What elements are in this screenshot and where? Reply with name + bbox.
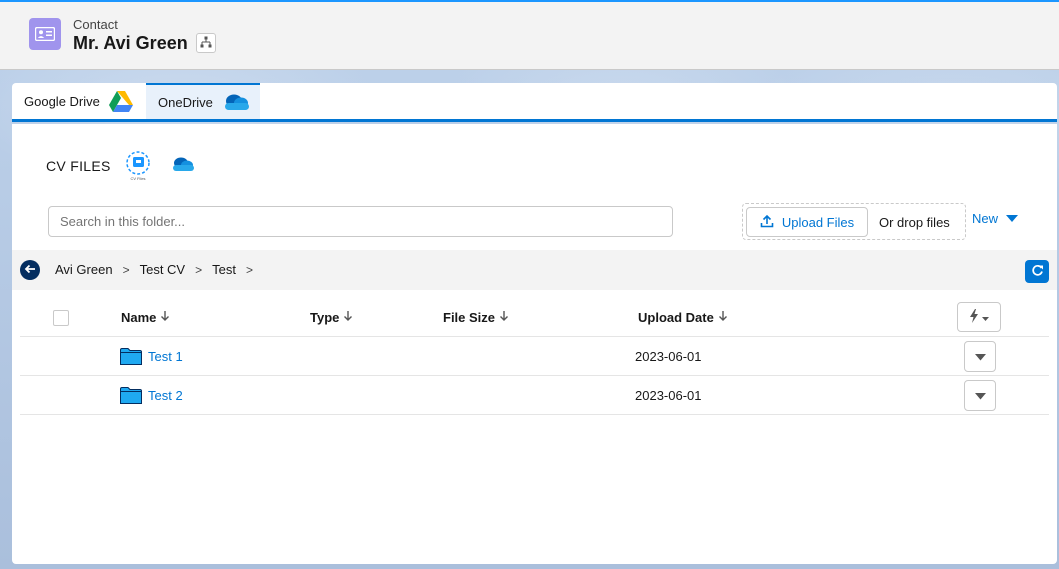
breadcrumb-separator: > xyxy=(122,262,130,277)
upload-files-label: Upload Files xyxy=(781,214,855,230)
folder-search-input[interactable] xyxy=(48,206,673,237)
select-all-checkbox[interactable] xyxy=(53,310,69,326)
column-label: File Size xyxy=(443,310,496,325)
view-hierarchy-button[interactable] xyxy=(196,33,216,53)
contact-card-icon xyxy=(29,18,61,50)
arrow-down-icon xyxy=(718,310,728,325)
drive-tabs: Google Drive OneDrive xyxy=(12,83,1057,122)
breadcrumb-separator: > xyxy=(195,262,203,277)
back-button[interactable] xyxy=(20,260,40,280)
files-card: CV FILES CV Files Upload Files Or drop xyxy=(12,124,1057,564)
cv-icon-caption: CV Files xyxy=(130,176,145,181)
chevron-down-icon xyxy=(974,388,986,403)
hierarchy-icon xyxy=(200,36,212,51)
arrow-left-icon xyxy=(24,263,36,278)
record-type-label: Contact xyxy=(73,17,118,32)
tab-onedrive[interactable]: OneDrive xyxy=(146,83,260,119)
folder-link[interactable]: Test 1 xyxy=(148,349,183,364)
tab-label: OneDrive xyxy=(158,94,213,110)
onedrive-icon xyxy=(221,93,251,111)
breadcrumb-item[interactable]: Test xyxy=(212,262,236,277)
refresh-button[interactable] xyxy=(1025,260,1049,283)
table-header: Name Type File Size Upload Date xyxy=(20,298,1049,337)
upload-icon xyxy=(760,214,774,231)
card-title: CV FILES xyxy=(46,158,111,174)
breadcrumb-separator: > xyxy=(245,262,253,277)
breadcrumb-bar: Avi Green > Test CV > Test > xyxy=(12,250,1057,290)
arrow-down-icon xyxy=(343,310,353,325)
table-row: Test 2 2023-06-01 xyxy=(20,376,1049,415)
column-header-type[interactable]: Type xyxy=(310,310,353,325)
breadcrumb-item[interactable]: Avi Green xyxy=(55,262,113,277)
upload-date-cell: 2023-06-01 xyxy=(635,388,702,403)
caret-down-icon xyxy=(1006,211,1019,226)
lightning-icon xyxy=(969,308,979,326)
column-label: Upload Date xyxy=(638,310,714,325)
caret-down-icon xyxy=(982,310,989,325)
table-row: Test 1 2023-06-01 xyxy=(20,337,1049,376)
upload-files-button[interactable]: Upload Files xyxy=(746,207,868,237)
tab-google-drive[interactable]: Google Drive xyxy=(12,83,146,119)
google-drive-icon xyxy=(108,90,134,112)
record-header: Contact Mr. Avi Green xyxy=(0,0,1059,70)
column-label: Type xyxy=(310,310,340,325)
upload-date-cell: 2023-06-01 xyxy=(635,349,702,364)
onedrive-icon xyxy=(170,156,196,175)
row-actions-button[interactable] xyxy=(964,380,996,411)
folder-icon xyxy=(120,387,142,407)
column-header-file-size[interactable]: File Size xyxy=(443,310,509,325)
record-title: Mr. Avi Green xyxy=(73,33,188,53)
bulk-actions-button[interactable] xyxy=(957,302,1001,332)
tab-label: Google Drive xyxy=(24,93,100,109)
column-label: Name xyxy=(121,310,157,325)
column-header-upload-date[interactable]: Upload Date xyxy=(638,310,728,325)
arrow-down-icon xyxy=(499,310,509,325)
cv-files-icon: CV Files xyxy=(120,150,156,185)
new-menu-label: New xyxy=(972,211,999,226)
arrow-down-icon xyxy=(160,310,170,325)
chevron-down-icon xyxy=(974,349,986,364)
new-menu-button[interactable]: New xyxy=(972,211,1019,226)
files-table: Name Type File Size Upload Date Test 1 2… xyxy=(20,298,1049,415)
breadcrumb-item[interactable]: Test CV xyxy=(140,262,186,277)
drop-files-label: Or drop files xyxy=(879,215,950,230)
folder-link[interactable]: Test 2 xyxy=(148,388,183,403)
row-actions-button[interactable] xyxy=(964,341,996,372)
folder-icon xyxy=(120,348,142,368)
breadcrumb: Avi Green > Test CV > Test > xyxy=(55,262,263,277)
column-header-name[interactable]: Name xyxy=(121,310,170,325)
refresh-icon xyxy=(1031,264,1044,280)
file-dropzone[interactable]: Upload Files Or drop files xyxy=(742,203,966,240)
